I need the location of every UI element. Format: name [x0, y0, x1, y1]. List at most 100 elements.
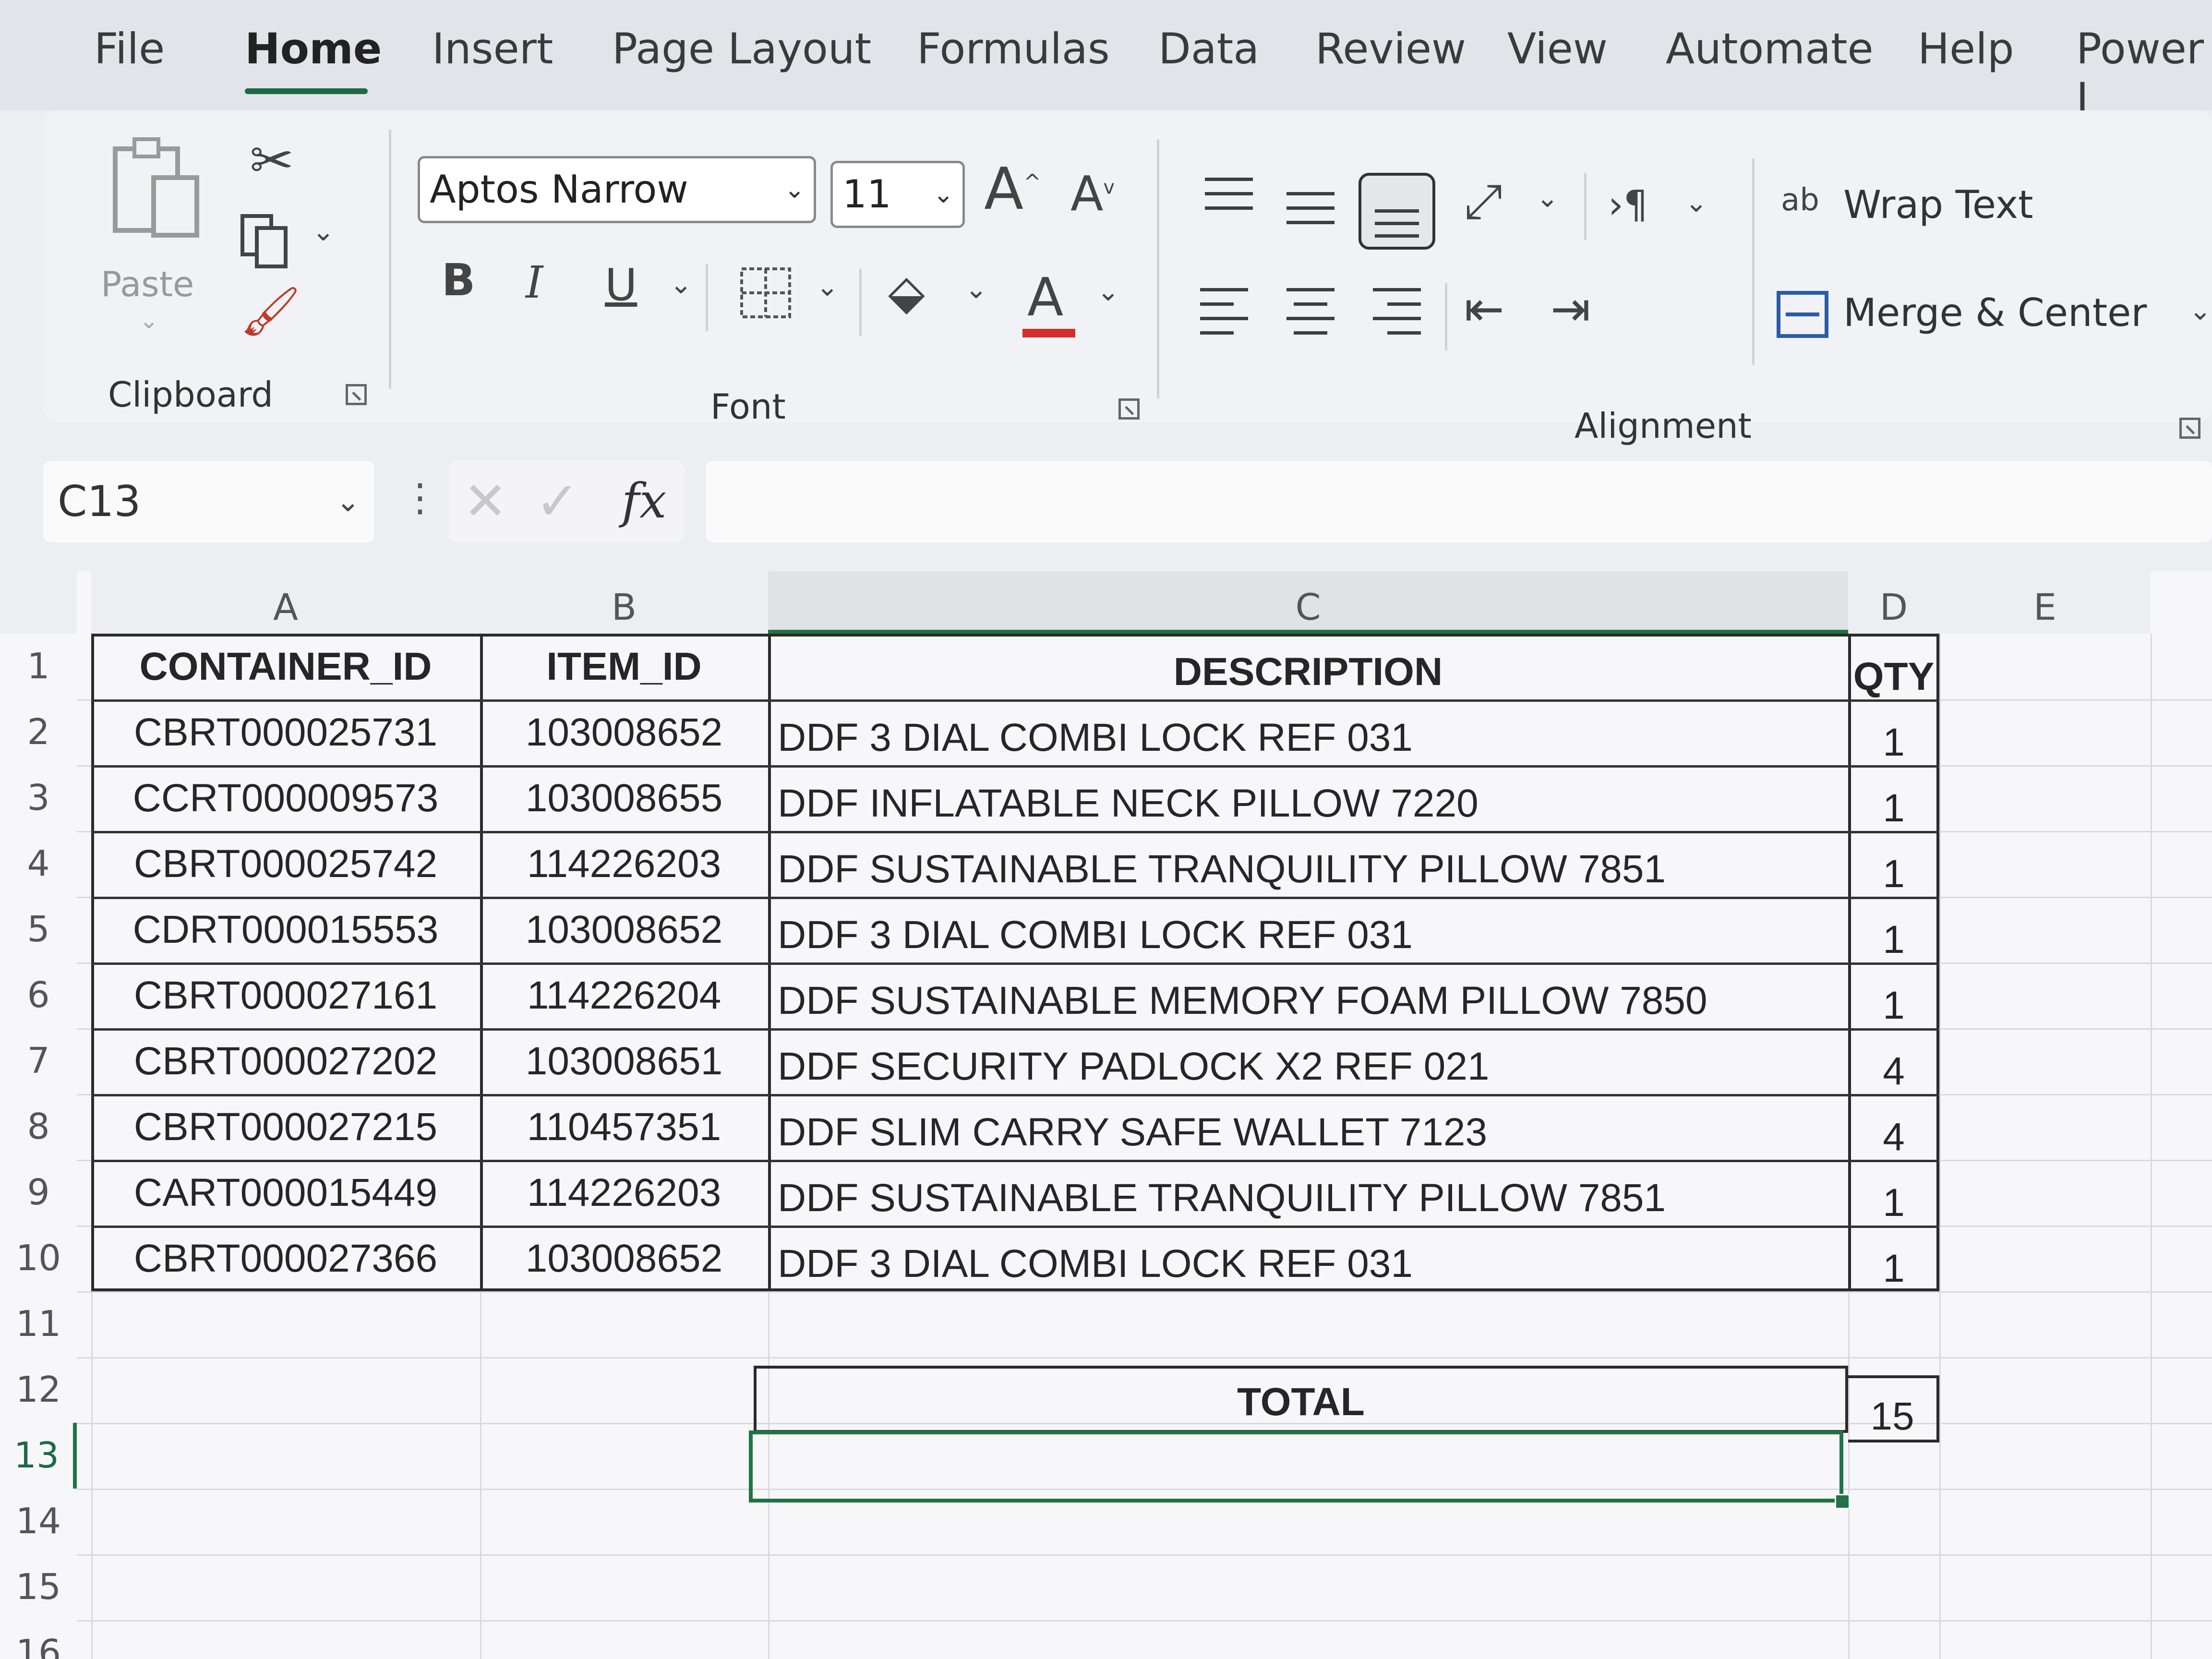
cell-container-id[interactable]: CBRT000025731 — [91, 699, 480, 765]
tab-help[interactable]: Help — [1918, 24, 2014, 73]
alignment-launcher-icon[interactable] — [2179, 418, 2200, 439]
insert-function-icon[interactable]: fx — [622, 473, 666, 529]
name-box[interactable]: C13 ⌄ — [43, 461, 374, 542]
row-header-1[interactable]: 1 — [0, 634, 77, 699]
text-direction-icon[interactable]: ›¶ — [1608, 182, 1648, 227]
more-options-icon[interactable]: ⋮ — [401, 475, 439, 520]
fill-color-dropdown-icon[interactable]: ⌄ — [965, 274, 987, 305]
row-header-2[interactable]: 2 — [0, 699, 77, 765]
increase-font-size-icon[interactable]: A^ — [984, 156, 1041, 223]
column-header-a[interactable]: A — [91, 571, 480, 634]
tab-view[interactable]: View — [1507, 24, 1608, 73]
middle-align-button[interactable] — [1286, 182, 1339, 230]
row-header-15[interactable]: 15 — [0, 1554, 77, 1620]
decrease-font-size-icon[interactable]: Av — [1070, 166, 1115, 222]
copy-icon[interactable] — [238, 211, 295, 269]
merge-center-button[interactable]: Merge & Center ⌄ — [1776, 288, 2212, 346]
align-center-button[interactable] — [1286, 288, 1339, 341]
select-all-corner[interactable] — [0, 571, 77, 634]
cell-container-id[interactable]: CBRT000027366 — [91, 1226, 480, 1291]
cell-container-id[interactable]: CBRT000025742 — [91, 831, 480, 897]
cell-description[interactable]: DDF 3 DIAL COMBI LOCK REF 031 — [768, 897, 1848, 962]
row-header-9[interactable]: 9 — [0, 1160, 77, 1226]
header-qty[interactable]: QTY — [1848, 634, 1939, 699]
wrap-text-button[interactable]: ab Wrap Text — [1781, 182, 2117, 235]
fill-color-icon[interactable]: ⬙ — [888, 264, 925, 320]
row-header-7[interactable]: 7 — [0, 1028, 77, 1094]
total-value-cell[interactable]: 15 — [1848, 1375, 1939, 1443]
row-header-6[interactable]: 6 — [0, 962, 77, 1028]
enter-icon[interactable]: ✓ — [535, 470, 579, 532]
align-right-button[interactable] — [1373, 288, 1426, 341]
cell-container-id[interactable]: CART000015449 — [91, 1160, 480, 1226]
column-header-d[interactable]: D — [1848, 571, 1939, 634]
tab-file[interactable]: File — [94, 24, 165, 73]
tab-formulas[interactable]: Formulas — [917, 24, 1110, 73]
column-header-b[interactable]: B — [480, 571, 768, 634]
cell-container-id[interactable]: CDRT000015553 — [91, 897, 480, 962]
row-header-11[interactable]: 11 — [0, 1291, 77, 1357]
tab-page-layout[interactable]: Page Layout — [612, 24, 871, 73]
bottom-align-button[interactable] — [1358, 173, 1435, 250]
cell-description[interactable]: DDF SUSTAINABLE TRANQUILITY PILLOW 7851 — [768, 831, 1848, 897]
header-container-id[interactable]: CONTAINER_ID — [91, 634, 480, 699]
column-header-e[interactable]: E — [1939, 571, 2151, 634]
header-description[interactable]: DESCRIPTION — [768, 634, 1848, 699]
tab-data[interactable]: Data — [1158, 24, 1259, 73]
cell-qty[interactable]: 1 — [1848, 699, 1939, 765]
cell-container-id[interactable]: CBRT000027215 — [91, 1094, 480, 1160]
cell-item-id[interactable]: 114226203 — [480, 1160, 768, 1226]
row-header-4[interactable]: 4 — [0, 831, 77, 897]
underline-dropdown-icon[interactable]: ⌄ — [670, 269, 692, 300]
total-label-cell[interactable]: TOTAL — [754, 1366, 1848, 1433]
borders-icon[interactable] — [739, 266, 792, 319]
merge-center-dropdown-icon[interactable]: ⌄ — [2189, 295, 2212, 326]
row-header-8[interactable]: 8 — [0, 1094, 77, 1160]
row-header-5[interactable]: 5 — [0, 897, 77, 962]
font-size-dropdown[interactable]: 11 ⌄ — [830, 161, 965, 228]
selected-cell-c13[interactable] — [749, 1431, 1843, 1503]
row-header-12[interactable]: 12 — [0, 1357, 77, 1423]
font-color-icon[interactable]: A — [1027, 266, 1063, 328]
cell-qty[interactable]: 1 — [1848, 1160, 1939, 1226]
cancel-icon[interactable]: ✕ — [463, 470, 507, 532]
cell-description[interactable]: DDF INFLATABLE NECK PILLOW 7220 — [768, 765, 1848, 831]
italic-button[interactable]: I — [526, 257, 543, 308]
tab-home[interactable]: Home — [245, 24, 382, 73]
underline-button[interactable]: U — [605, 259, 637, 311]
align-left-button[interactable] — [1200, 288, 1253, 341]
clipboard-launcher-icon[interactable] — [346, 384, 367, 405]
cell-qty[interactable]: 1 — [1848, 897, 1939, 962]
cell-description[interactable]: DDF SECURITY PADLOCK X2 REF 021 — [768, 1028, 1848, 1094]
orientation-icon[interactable]: ⤢ — [1464, 173, 1503, 229]
font-color-dropdown-icon[interactable]: ⌄ — [1097, 276, 1119, 307]
font-launcher-icon[interactable] — [1118, 398, 1140, 420]
text-direction-dropdown-icon[interactable]: ⌄ — [1685, 187, 1707, 218]
cell-item-id[interactable]: 114226204 — [480, 962, 768, 1028]
tab-insert[interactable]: Insert — [432, 24, 553, 73]
cell-qty[interactable]: 1 — [1848, 831, 1939, 897]
paste-button[interactable]: Paste ⌄ — [101, 130, 206, 334]
cell-description[interactable]: DDF SLIM CARRY SAFE WALLET 7123 — [768, 1094, 1848, 1160]
orientation-dropdown-icon[interactable]: ⌄ — [1536, 182, 1559, 214]
cell-description[interactable]: DDF SUSTAINABLE MEMORY FOAM PILLOW 7850 — [768, 962, 1848, 1028]
cell-item-id[interactable]: 103008655 — [480, 765, 768, 831]
cell-item-id[interactable]: 110457351 — [480, 1094, 768, 1160]
row-header-3[interactable]: 3 — [0, 765, 77, 831]
bold-button[interactable]: B — [442, 254, 475, 306]
borders-dropdown-icon[interactable]: ⌄ — [816, 271, 839, 302]
column-header-c[interactable]: C — [768, 571, 1848, 634]
header-item-id[interactable]: ITEM_ID — [480, 634, 768, 699]
cell-item-id[interactable]: 103008652 — [480, 897, 768, 962]
cell-container-id[interactable]: CBRT000027202 — [91, 1028, 480, 1094]
cell-item-id[interactable]: 103008651 — [480, 1028, 768, 1094]
row-header-16[interactable]: 16 — [0, 1620, 77, 1659]
cell-item-id[interactable]: 103008652 — [480, 699, 768, 765]
cell-qty[interactable]: 4 — [1848, 1028, 1939, 1094]
cell-description[interactable]: DDF 3 DIAL COMBI LOCK REF 031 — [768, 699, 1848, 765]
cell-container-id[interactable]: CBRT000027161 — [91, 962, 480, 1028]
cell-qty[interactable]: 1 — [1848, 1226, 1939, 1291]
tab-automate[interactable]: Automate — [1666, 24, 1874, 73]
tab-review[interactable]: Review — [1315, 24, 1466, 73]
cell-qty[interactable]: 1 — [1848, 962, 1939, 1028]
